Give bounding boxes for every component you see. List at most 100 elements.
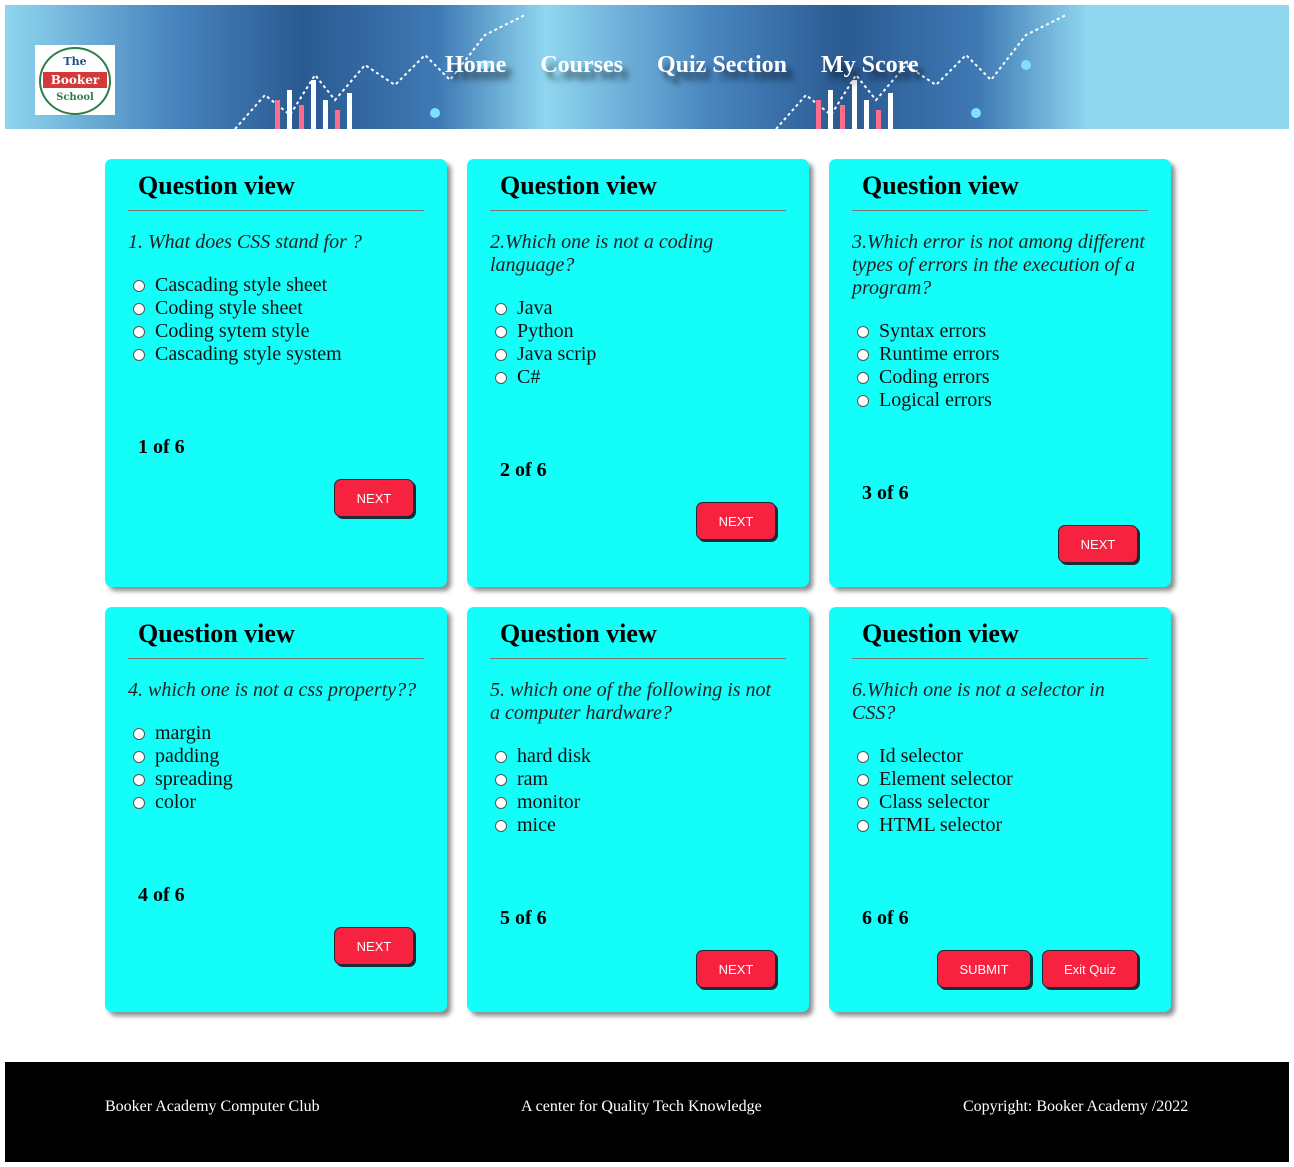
answer-option[interactable]: Coding errors [857, 366, 1157, 389]
nav-link-quiz-section[interactable]: Quiz Section [657, 52, 787, 79]
card-divider [128, 210, 424, 211]
exit-quiz-button[interactable]: Exit Quiz [1042, 950, 1138, 988]
card-divider [852, 658, 1148, 659]
answer-options: Java Python Java scrip C# [495, 297, 795, 389]
radio-button[interactable] [495, 750, 507, 763]
question-counter: 3 of 6 [862, 482, 909, 504]
answer-option[interactable]: ram [495, 768, 795, 791]
answer-option[interactable]: spreading [133, 768, 433, 791]
logo-text-middle: Booker [50, 73, 100, 87]
radio-button[interactable] [857, 750, 869, 763]
question-text: 6.Which one is not a selector in CSS? [852, 679, 1105, 724]
footer-tagline: A center for Quality Tech Knowledge [521, 1098, 762, 1115]
option-label: Runtime errors [879, 343, 1000, 365]
radio-button[interactable] [133, 727, 145, 740]
answer-options: Cascading style sheet Coding style sheet… [133, 274, 433, 366]
card-title: Question view [138, 171, 295, 200]
answer-option[interactable]: HTML selector [857, 814, 1157, 837]
option-label: color [155, 791, 197, 813]
question-card: Question view 1. What does CSS stand for… [105, 159, 447, 587]
card-title: Question view [862, 171, 1019, 200]
site-footer: Booker Academy Computer Club A center fo… [5, 1062, 1289, 1162]
question-counter: 6 of 6 [862, 907, 909, 929]
nav-link-my-score[interactable]: My Score [821, 52, 919, 79]
radio-button[interactable] [133, 302, 145, 315]
radio-button[interactable] [857, 325, 869, 338]
answer-option[interactable]: Java [495, 297, 795, 320]
answer-option[interactable]: hard disk [495, 745, 795, 768]
option-label: Coding errors [879, 366, 990, 388]
answer-option[interactable]: Coding sytem style [133, 320, 433, 343]
radio-button[interactable] [857, 796, 869, 809]
radio-button[interactable] [495, 796, 507, 809]
question-text: 3.Which error is not among different typ… [852, 231, 1145, 299]
answer-option[interactable]: Syntax errors [857, 320, 1157, 343]
option-label: hard disk [517, 745, 591, 767]
radio-button[interactable] [857, 819, 869, 832]
radio-button[interactable] [495, 371, 507, 384]
submit-button[interactable]: SUBMIT [937, 950, 1031, 988]
card-title: Question view [138, 619, 295, 648]
next-button[interactable]: NEXT [1058, 525, 1138, 563]
card-title: Question view [500, 171, 657, 200]
answer-option[interactable]: padding [133, 745, 433, 768]
question-text: 5. which one of the following is not a c… [490, 679, 772, 724]
answer-option[interactable]: Coding style sheet [133, 297, 433, 320]
answer-option[interactable]: Id selector [857, 745, 1157, 768]
answer-option[interactable]: Cascading style sheet [133, 274, 433, 297]
answer-option[interactable]: Cascading style system [133, 343, 433, 366]
radio-button[interactable] [495, 325, 507, 338]
radio-button[interactable] [857, 773, 869, 786]
question-card: Question view 2.Which one is not a codin… [467, 159, 809, 587]
logo-text-top: The [63, 55, 87, 68]
radio-button[interactable] [133, 325, 145, 338]
answer-option[interactable]: Element selector [857, 768, 1157, 791]
option-label: Coding style sheet [155, 297, 303, 319]
answer-options: Id selector Element selector Class selec… [857, 745, 1157, 837]
radio-button[interactable] [495, 302, 507, 315]
logo-text-bottom: School [56, 92, 94, 103]
radio-button[interactable] [133, 750, 145, 763]
answer-option[interactable]: mice [495, 814, 795, 837]
radio-button[interactable] [857, 394, 869, 407]
radio-button[interactable] [495, 773, 507, 786]
option-label: Java [517, 297, 553, 319]
answer-option[interactable]: color [133, 791, 433, 814]
footer-copyright: Copyright: Booker Academy /2022 [963, 1098, 1189, 1115]
nav-link-home[interactable]: Home [445, 52, 506, 79]
card-divider [490, 210, 786, 211]
question-counter: 2 of 6 [500, 459, 547, 481]
next-button[interactable]: NEXT [696, 950, 776, 988]
radio-button[interactable] [133, 796, 145, 809]
option-label: Syntax errors [879, 320, 987, 342]
radio-button[interactable] [133, 279, 145, 292]
answer-option[interactable]: Python [495, 320, 795, 343]
next-button[interactable]: NEXT [696, 502, 776, 540]
radio-button[interactable] [495, 348, 507, 361]
question-card: Question view 5. which one of the follow… [467, 607, 809, 1012]
next-button[interactable]: NEXT [334, 479, 414, 517]
radio-button[interactable] [133, 773, 145, 786]
option-label: monitor [517, 791, 581, 813]
radio-button[interactable] [857, 348, 869, 361]
card-divider [852, 210, 1148, 211]
question-text: 4. which one is not a css property?? [128, 679, 417, 701]
answer-option[interactable]: Logical errors [857, 389, 1157, 412]
option-label: Class selector [879, 791, 990, 813]
answer-option[interactable]: monitor [495, 791, 795, 814]
radio-button[interactable] [133, 348, 145, 361]
answer-option[interactable]: C# [495, 366, 795, 389]
option-label: padding [155, 745, 220, 767]
answer-option[interactable]: margin [133, 722, 433, 745]
answer-option[interactable]: Runtime errors [857, 343, 1157, 366]
answer-option[interactable]: Java scrip [495, 343, 795, 366]
question-counter: 5 of 6 [500, 907, 547, 929]
next-button[interactable]: NEXT [334, 927, 414, 965]
school-logo[interactable]: The Booker School [35, 45, 115, 115]
nav-link-courses[interactable]: Courses [540, 52, 623, 79]
card-title: Question view [500, 619, 657, 648]
answer-option[interactable]: Class selector [857, 791, 1157, 814]
radio-button[interactable] [495, 819, 507, 832]
question-card: Question view 6.Which one is not a selec… [829, 607, 1171, 1012]
radio-button[interactable] [857, 371, 869, 384]
